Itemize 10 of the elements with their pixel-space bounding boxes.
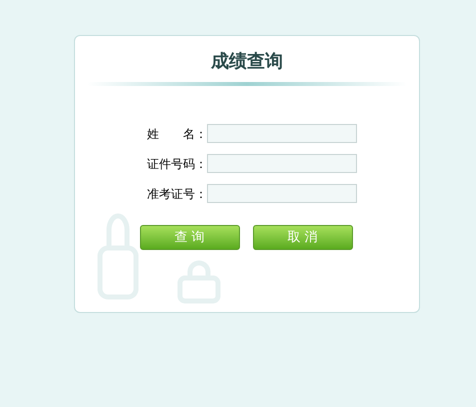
page-title: 成绩查询 — [211, 50, 283, 74]
input-field[interactable] — [207, 184, 357, 203]
field-label: 姓 名： — [147, 126, 207, 142]
input-field[interactable] — [207, 124, 357, 143]
field-label: 准考证号： — [147, 186, 207, 202]
field-label: 证件号码： — [147, 156, 207, 172]
form-button[interactable]: 查 询 — [140, 225, 240, 250]
form-button[interactable]: 取 消 — [252, 225, 352, 250]
input-field[interactable] — [207, 154, 357, 173]
lock-icon — [177, 260, 221, 304]
